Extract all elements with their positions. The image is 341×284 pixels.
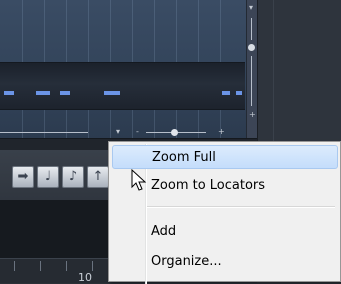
horizontal-zoom-bar[interactable]: ▾ - + <box>0 126 246 138</box>
vertical-zoom-slider[interactable] <box>248 44 255 51</box>
note-editor-panel: ▾ + ▾ - + <box>0 0 257 138</box>
note-event[interactable] <box>60 91 70 95</box>
note-event[interactable] <box>222 91 230 95</box>
ruler-tick <box>92 261 93 271</box>
menu-item-organize[interactable]: Organize... <box>112 250 338 274</box>
menu-item-label: Add <box>151 224 177 239</box>
note-event[interactable] <box>104 91 120 95</box>
note-event[interactable] <box>236 91 242 95</box>
ruler-tick <box>14 261 15 271</box>
note-icon[interactable]: ♩ <box>37 166 59 188</box>
ruler-tick <box>40 261 41 271</box>
menu-item-add[interactable]: Add <box>112 220 338 244</box>
more-icon[interactable]: ↑ <box>87 166 109 188</box>
step-note-icon[interactable]: ♪ <box>62 166 84 188</box>
mouse-pointer-icon <box>131 169 147 191</box>
menu-separator <box>147 206 335 208</box>
menu-item-label: Zoom Full <box>152 150 216 165</box>
zoom-plus-label[interactable]: + <box>218 128 225 136</box>
zoom-menu-arrow-icon[interactable]: ▾ <box>116 128 120 136</box>
zoom-context-menu: Zoom Full Zoom to Locators Add Organize.… <box>108 141 341 284</box>
horizontal-zoom-slider[interactable] <box>171 129 178 136</box>
menu-item-label: Zoom to Locators <box>151 178 266 193</box>
note-event[interactable] <box>4 91 14 95</box>
vertical-zoom-track <box>251 56 252 106</box>
scroll-track <box>0 132 88 133</box>
arrow-right-icon[interactable]: ➡ <box>12 166 34 188</box>
vertical-zoom-bar[interactable]: ▾ + <box>246 0 257 138</box>
zoom-out-arrow-icon[interactable]: ▾ <box>249 4 253 12</box>
note-lane[interactable] <box>0 62 245 110</box>
vertical-zoom-track <box>251 18 252 40</box>
zoom-minus-label[interactable]: - <box>136 128 139 136</box>
zoom-in-plus-icon[interactable]: + <box>249 111 256 119</box>
note-event[interactable] <box>36 91 50 95</box>
ruler-bar-number: 10 <box>78 271 92 284</box>
menu-item-label: Organize... <box>151 254 222 269</box>
ruler-tick <box>66 261 67 271</box>
menu-item-zoom-full[interactable]: Zoom Full <box>112 145 338 169</box>
